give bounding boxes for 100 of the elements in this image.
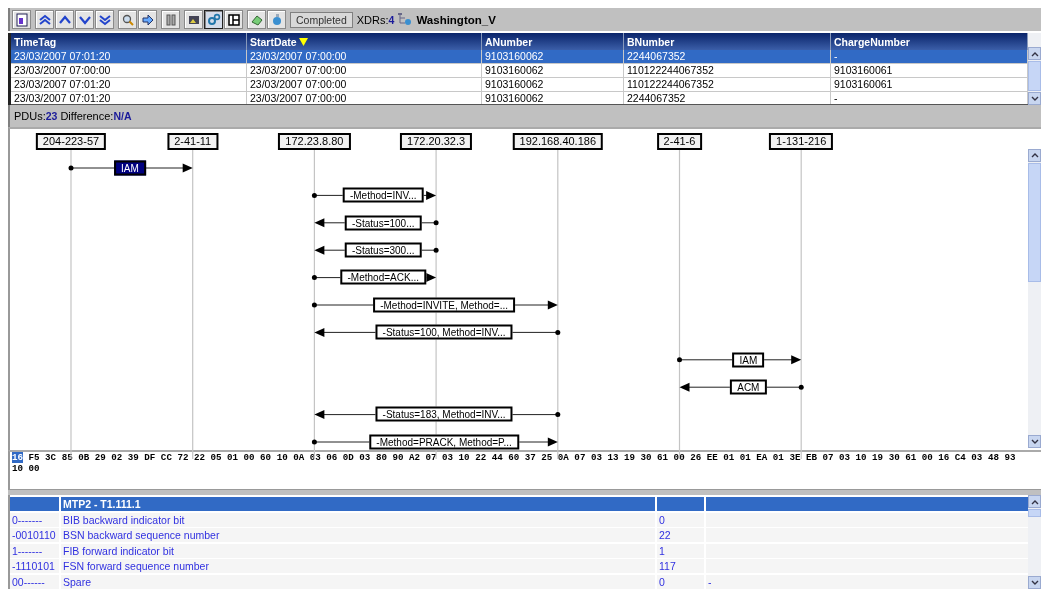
status-label: Completed (290, 11, 353, 28)
table-cell[interactable]: 9103160061 (831, 64, 1028, 79)
message-label[interactable]: IAM (732, 352, 765, 368)
decode-cell: Spare (61, 575, 655, 589)
scrollbar-thumb[interactable] (1028, 162, 1041, 282)
decode-cell: - (706, 575, 1028, 589)
double-down-icon (97, 12, 112, 27)
lifeline-header: 1-131-216 (769, 132, 834, 150)
table-cell[interactable]: 9103160062 (482, 78, 624, 93)
column-header[interactable]: TimeTag (11, 33, 247, 51)
toolbar-button[interactable] (35, 10, 54, 30)
decode-cell: 0------- (10, 512, 59, 527)
layout-icon (226, 12, 241, 27)
table-cell[interactable]: 23/03/2007 07:01:20 (11, 50, 247, 65)
lifeline-header: 2-41-11 (167, 132, 219, 150)
toolbar-button[interactable] (118, 10, 137, 30)
scroll-down-button[interactable] (1028, 435, 1041, 449)
toolbar-button[interactable] (138, 10, 157, 30)
table-cell[interactable]: 23/03/2007 07:01:20 (11, 78, 247, 93)
message-label[interactable]: -Status=100, Method=INV... (375, 324, 513, 340)
scroll-up-button[interactable] (1028, 47, 1041, 61)
scroll-up-button[interactable] (1028, 495, 1041, 509)
table-cell[interactable]: 9103160062 (482, 92, 624, 105)
decode-cell: 1 (657, 543, 704, 558)
pdus-count: 23 (45, 110, 58, 123)
decode-cell: FSN forward sequence number (61, 559, 655, 574)
column-header[interactable]: ChargeNumber (831, 33, 1028, 51)
scrollbar[interactable] (1028, 148, 1041, 449)
column-header[interactable]: StartDate (247, 33, 482, 51)
header-cell (10, 497, 59, 512)
decode-cell: BSN backward sequence number (61, 528, 655, 543)
xdrs-label: XDRs: (356, 13, 389, 26)
scroll-down-button[interactable] (1028, 92, 1041, 106)
toolbar-button[interactable] (184, 10, 203, 30)
table-cell[interactable]: 23/03/2007 07:00:00 (247, 64, 482, 79)
search-icon (120, 12, 135, 27)
scrollbar-thumb[interactable] (1028, 61, 1041, 92)
hex-bytes: 16 (12, 452, 24, 464)
message-label[interactable]: IAM (113, 160, 146, 176)
lifeline-header: 204-223-57 (35, 132, 107, 150)
scroll-down-button[interactable] (1028, 576, 1041, 589)
source-name: Washington_V (416, 13, 496, 26)
chevron-up-icon (1030, 498, 1039, 505)
decode-cell: FIB forward indicator bit (61, 543, 655, 558)
table-cell[interactable]: 23/03/2007 07:00:00 (247, 92, 482, 105)
lifeline-header: 172.20.32.3 (400, 132, 473, 150)
scroll-up-button[interactable] (1028, 148, 1041, 162)
toolbar-button[interactable] (12, 10, 31, 30)
message-label[interactable]: -Status=183, Method=INV... (375, 406, 513, 422)
decode-cell: BIB backward indicator bit (61, 512, 655, 527)
message-label[interactable]: -Status=100... (345, 215, 422, 231)
toolbar-button[interactable] (55, 10, 74, 30)
lifeline-header: 192.168.40.186 (512, 132, 604, 150)
table-cell[interactable]: 9103160061 (831, 78, 1028, 93)
toolbar-button[interactable] (224, 10, 243, 30)
table-cell[interactable]: 23/03/2007 07:00:00 (247, 50, 482, 65)
table-cell[interactable]: 2244067352 (624, 92, 831, 105)
decode-cell: 00------ (10, 575, 59, 589)
hex-bytes: 10 00 (12, 463, 40, 475)
column-header[interactable]: ANumber (482, 33, 624, 51)
pdus-label: PDUs: (14, 110, 46, 123)
toolbar-button[interactable] (95, 10, 114, 30)
decode-cell: -1110101 (10, 559, 59, 574)
table-cell[interactable]: 110122244067352 (624, 64, 831, 79)
difference-value: N/A (113, 110, 132, 123)
table-cell[interactable]: 23/03/2007 07:00:00 (11, 64, 247, 79)
message-label[interactable]: -Method=ACK... (340, 269, 426, 285)
tree-icon (398, 13, 413, 27)
chevron-up-icon (1030, 152, 1039, 159)
table-cell[interactable]: 9103160062 (482, 50, 624, 65)
chevron-down-icon (1030, 95, 1039, 102)
message-label[interactable]: -Method=INVITE, Method=... (373, 297, 515, 313)
table-cell[interactable]: 23/03/2007 07:01:20 (11, 92, 247, 105)
decode-cell: 0 (657, 575, 704, 589)
scrollbar[interactable] (1028, 33, 1041, 106)
table-cell[interactable]: 110122244067352 (624, 78, 831, 93)
message-label[interactable]: -Method=PRACK, Method=P... (369, 434, 519, 450)
message-label[interactable]: -Status=300... (345, 242, 422, 258)
toolbar-button[interactable] (75, 10, 94, 30)
table-cell[interactable]: 2244067352 (624, 50, 831, 65)
decode-cell: -0010110 (10, 528, 59, 543)
scrollbar[interactable] (1028, 495, 1041, 589)
chevron-down-icon (1030, 579, 1039, 586)
decode-cell: 117 (657, 559, 704, 574)
decode-cell: 0 (657, 512, 704, 527)
arrow-right-icon (140, 12, 155, 27)
table-cell[interactable]: 23/03/2007 07:00:00 (247, 78, 482, 93)
table-cell[interactable]: - (831, 92, 1028, 105)
scrollbar-thumb[interactable] (1028, 509, 1041, 517)
message-label[interactable]: -Method=INV... (342, 187, 424, 203)
table-cell[interactable]: - (831, 50, 1028, 65)
difference-label: Difference: (60, 110, 114, 123)
xdrs-count: 4 (388, 13, 395, 26)
chevron-down-icon (1030, 438, 1039, 445)
chevron-up-icon (1030, 50, 1039, 57)
decode-header: MTP2 - T1.111.1 (61, 497, 655, 512)
toolbar-button[interactable] (204, 10, 223, 30)
column-header[interactable]: BNumber (624, 33, 831, 51)
table-cell[interactable]: 9103160062 (482, 64, 624, 79)
message-label[interactable]: ACM (730, 379, 767, 395)
